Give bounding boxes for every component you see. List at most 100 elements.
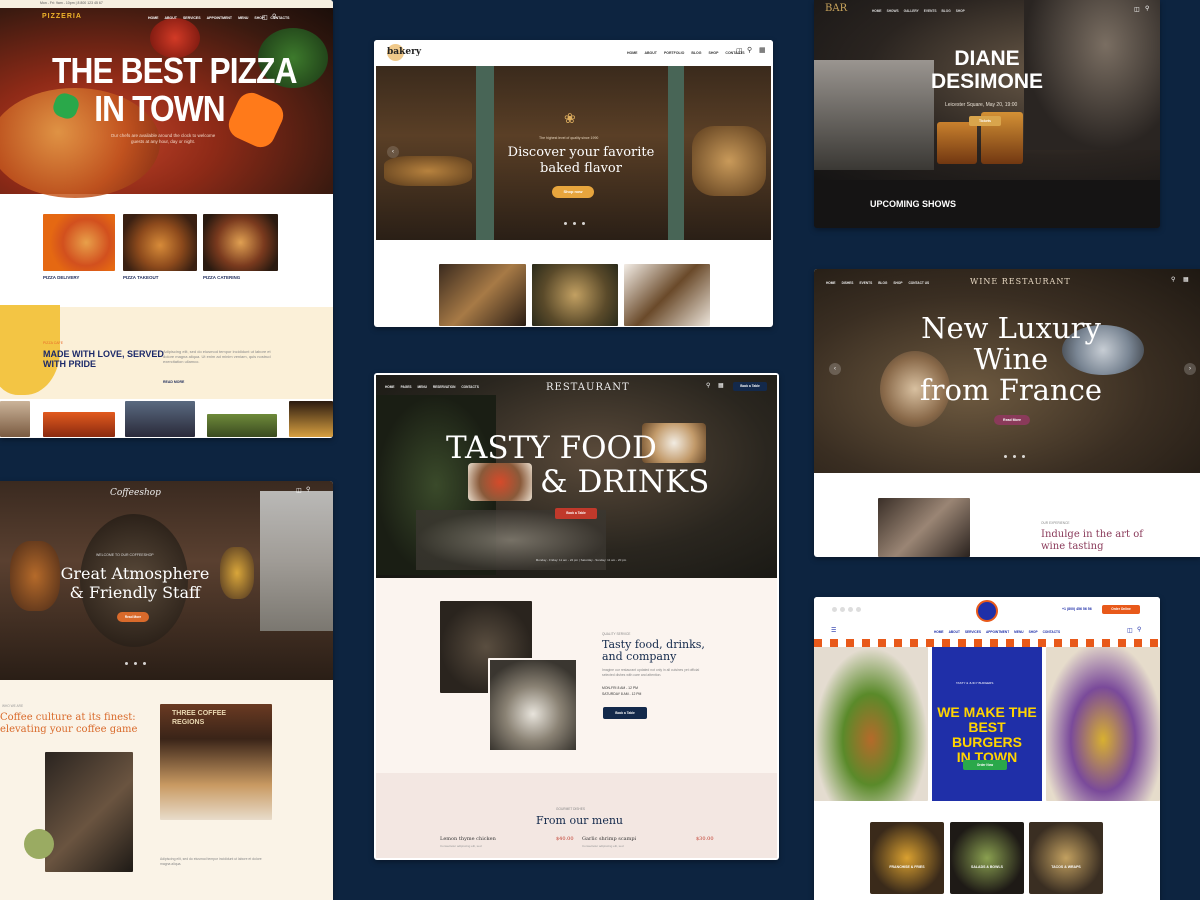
nav-home[interactable]: Home — [872, 9, 882, 13]
nav-portfolio[interactable]: Portfolio — [664, 51, 684, 55]
pizzeria-preview[interactable]: Mon - Fri: 9am - 10pm | 8 800 123 45 67 … — [0, 0, 333, 438]
menu-item-2-name[interactable]: Garlic shrimp scampi — [582, 836, 636, 842]
search-icon[interactable]: ⚲ — [1137, 626, 1141, 633]
nav-home[interactable]: Home — [385, 385, 395, 389]
bar-preview[interactable]: BAR Home Shows Gallery Events Blog Shop … — [814, 0, 1160, 228]
bakery-logo[interactable]: bakery — [387, 47, 421, 57]
slider-dots[interactable] — [125, 662, 146, 665]
nav-about[interactable]: About — [645, 51, 657, 55]
grid-menu-icon[interactable]: ▦ — [718, 382, 724, 389]
pizzeria-logo[interactable]: PIZZERIA — [42, 13, 82, 20]
wine-headline: New Luxury Wine from France — [919, 311, 1103, 407]
nav-about[interactable]: About — [165, 16, 177, 20]
nav-shows[interactable]: Shows — [887, 9, 899, 13]
slider-dots[interactable] — [1004, 455, 1025, 458]
restaurant-logo[interactable]: RESTAURANT — [546, 382, 630, 393]
nav-contacts[interactable]: Contacts — [1043, 630, 1060, 634]
service-label-delivery[interactable]: PIZZA DELIVERY — [43, 275, 79, 280]
search-icon[interactable]: ⚲ — [1171, 276, 1175, 283]
nav-blog[interactable]: Blog — [878, 281, 887, 285]
read-more-link[interactable]: READ MORE — [163, 380, 184, 384]
restaurant-hero: RESTAURANT Home Pages Menu Reservation C… — [376, 375, 777, 578]
burgers-phone[interactable]: +1 (800) 456 56 56 — [1062, 607, 1092, 611]
bar-logo[interactable]: BAR — [825, 3, 847, 14]
nav-contact[interactable]: Contact Us — [908, 281, 929, 285]
nav-gallery[interactable]: Gallery — [904, 9, 919, 13]
social-icons[interactable] — [832, 607, 861, 612]
cart-icon[interactable]: ◫ — [296, 487, 302, 494]
prev-arrow-icon[interactable]: ‹ — [387, 146, 399, 158]
service-label-catering[interactable]: PIZZA CATERING — [203, 275, 240, 280]
burgers-preview[interactable]: +1 (800) 456 56 56 Order Online ☰ Home A… — [814, 597, 1160, 900]
pizza-catering-image[interactable] — [203, 214, 278, 271]
coffee-logo[interactable]: Coffeeshop — [110, 488, 161, 498]
wine-logo[interactable]: WINE RESTAURANT — [970, 277, 1071, 286]
slider-dots[interactable] — [564, 222, 585, 225]
bakery-shop-button[interactable]: Shop now — [552, 186, 594, 198]
nav-blog[interactable]: Blog — [942, 9, 951, 13]
category-salads-bowls[interactable]: SALADS & BOWLS — [950, 822, 1024, 894]
nav-menu[interactable]: Menu — [417, 385, 426, 389]
pizza-delivery-image[interactable] — [43, 214, 115, 271]
order-now-button[interactable]: Order Now — [963, 760, 1007, 770]
about-book-table-button[interactable]: Book a Table — [603, 707, 647, 719]
coffee-read-more-button[interactable]: Read More — [117, 612, 149, 622]
wine-preview[interactable]: WINE RESTAURANT Home Dishes Events Blog … — [814, 269, 1200, 557]
nav-shop[interactable]: Shop — [1029, 630, 1038, 634]
nav-menu[interactable]: Menu — [1014, 630, 1023, 634]
nav-appointment[interactable]: Appointment — [986, 630, 1009, 634]
pizza-takeout-image[interactable] — [123, 214, 197, 271]
nav-shop[interactable]: Shop — [956, 9, 965, 13]
menu-item-1-name[interactable]: Lemon thyme chicken — [440, 836, 496, 842]
order-online-button[interactable]: Order Online — [1102, 605, 1140, 614]
search-icon[interactable]: ⚲ — [706, 382, 710, 389]
nav-blog[interactable]: Blog — [691, 51, 701, 55]
wine-read-more-button[interactable]: Read More — [994, 415, 1030, 425]
bar-tickets-button[interactable]: Tickets — [969, 116, 1001, 126]
cart-icon[interactable]: ◫ — [1134, 6, 1140, 13]
category-franchise-fries[interactable]: FRANCHISE & FRIES — [870, 822, 944, 894]
category-tacos-wraps[interactable]: TACOS & WRAPS — [1029, 822, 1103, 894]
twitter-icon[interactable] — [840, 607, 845, 612]
nav-reservation[interactable]: Reservation — [433, 385, 456, 389]
prev-arrow-icon[interactable]: ‹ — [829, 363, 841, 375]
nav-home[interactable]: Home — [934, 630, 944, 634]
nav-contacts[interactable]: Contacts — [461, 385, 478, 389]
nav-home[interactable]: Home — [826, 281, 836, 285]
bakery-preview[interactable]: bakery Home About Portfolio Blog Shop Co… — [374, 40, 773, 327]
nav-events[interactable]: Events — [859, 281, 872, 285]
next-arrow-icon[interactable]: › — [1184, 363, 1196, 375]
restaurant-preview[interactable]: RESTAURANT Home Pages Menu Reservation C… — [374, 373, 779, 860]
grid-menu-icon[interactable]: ▦ — [759, 46, 766, 54]
nav-home[interactable]: Home — [148, 16, 159, 20]
book-table-header-button[interactable]: Book a Table — [733, 382, 767, 391]
hero-book-table-button[interactable]: Book a Table — [555, 508, 597, 519]
nav-pages[interactable]: Pages — [401, 385, 412, 389]
search-icon[interactable]: ⚲ — [306, 486, 310, 493]
nav-services[interactable]: Services — [965, 630, 981, 634]
nav-appointment[interactable]: Appointment — [207, 16, 232, 20]
search-icon[interactable]: ⚲ — [747, 46, 752, 54]
nav-dishes[interactable]: Dishes — [842, 281, 854, 285]
search-icon[interactable]: ⚲ — [1145, 5, 1149, 12]
nav-shop[interactable]: Shop — [893, 281, 902, 285]
hamburger-menu-icon[interactable]: ☰ — [831, 627, 836, 634]
nav-about[interactable]: About — [949, 630, 960, 634]
burgers-logo[interactable] — [976, 600, 998, 622]
search-icon[interactable]: ⚲ — [272, 13, 276, 20]
instagram-icon[interactable] — [848, 607, 853, 612]
service-label-takeout[interactable]: PIZZA TAKEOUT — [123, 275, 159, 280]
cart-icon[interactable]: ◫ — [262, 14, 268, 21]
grid-menu-icon[interactable]: ▦ — [1183, 276, 1189, 283]
nav-services[interactable]: Services — [183, 16, 201, 20]
youtube-icon[interactable] — [856, 607, 861, 612]
wine-nav: Home Dishes Events Blog Shop Contact Us — [826, 281, 929, 285]
nav-shop[interactable]: Shop — [709, 51, 719, 55]
nav-events[interactable]: Events — [924, 9, 937, 13]
coffeeshop-preview[interactable]: Coffeeshop ◫ ⚲ Welcome to our coffeeshop… — [0, 481, 333, 900]
cart-icon[interactable]: ◫ — [736, 47, 743, 55]
nav-menu[interactable]: Menu — [238, 16, 248, 20]
nav-home[interactable]: Home — [627, 51, 638, 55]
cart-icon[interactable]: ◫ — [1127, 627, 1133, 634]
facebook-icon[interactable] — [832, 607, 837, 612]
